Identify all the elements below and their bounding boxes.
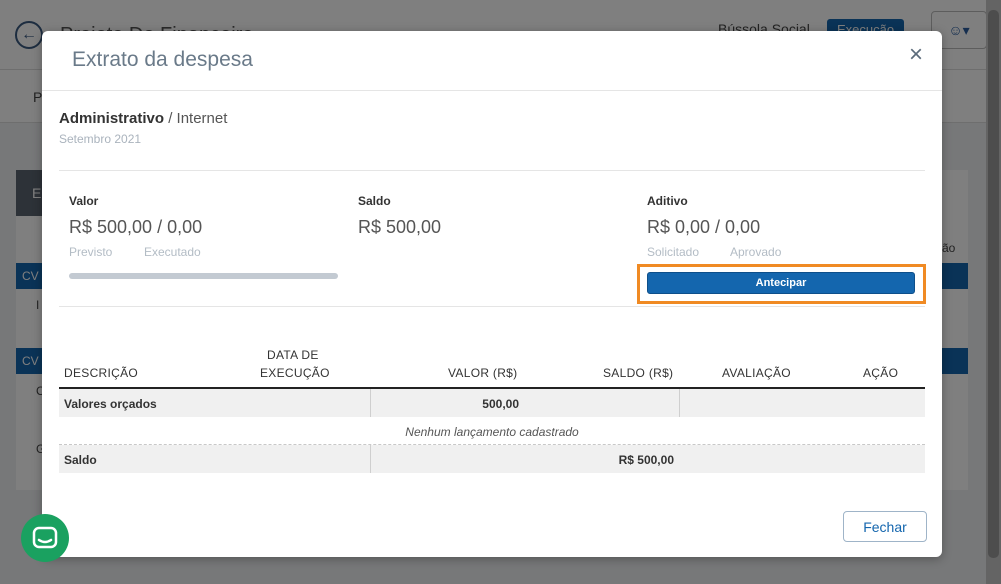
fechar-button[interactable]: Fechar — [843, 511, 927, 542]
valor-value: R$ 500,00 / 0,00 — [69, 217, 203, 237]
col-header-descricao: DESCRIÇÃO — [64, 366, 139, 380]
orcados-value: 500,00 — [482, 397, 519, 411]
subcategory-name: Internet — [176, 110, 228, 127]
orcados-label: Valores orçados — [64, 397, 157, 411]
cell-divider — [679, 389, 680, 417]
aditivo-value: R$ 0,00 / 0,00 — [647, 217, 761, 237]
table-row: Nenhum lançamento cadastrado — [59, 417, 925, 445]
table-row: Valores orçados 500,00 — [59, 389, 925, 417]
valor-label: Valor — [69, 194, 99, 208]
empty-message: Nenhum lançamento cadastrado — [405, 425, 579, 439]
col-header-acao: AÇÃO — [863, 366, 899, 380]
executado-label: Executado — [144, 245, 201, 259]
category-name: Administrativo — [59, 110, 165, 127]
chat-icon — [32, 526, 58, 549]
previsto-label: Previsto — [69, 245, 113, 259]
chat-widget-button[interactable] — [21, 514, 69, 562]
col-header-saldo: SALDO (R$) — [603, 366, 674, 380]
antecipar-button[interactable]: Antecipar — [647, 272, 915, 294]
col-header-data-line2: EXECUÇÃO — [260, 366, 330, 380]
table-row: Saldo R$ 500,00 — [59, 445, 925, 473]
solicitado-label: Solicitado — [647, 245, 700, 259]
col-header-avaliacao: AVALIAÇÃO — [722, 366, 791, 380]
modal-title: Extrato da despesa — [72, 48, 253, 71]
period-label: Setembro 2021 — [59, 132, 142, 146]
aprovado-label: Aprovado — [730, 245, 782, 259]
execution-progress-bar — [69, 273, 338, 279]
divider — [59, 170, 925, 171]
modal-header: Extrato da despesa × — [42, 31, 942, 91]
saldo-row-value: R$ 500,00 — [618, 453, 674, 467]
col-header-valor: VALOR (R$) — [448, 366, 518, 380]
saldo-label: Saldo — [358, 194, 391, 208]
saldo-row-label: Saldo — [64, 453, 97, 467]
col-header-data-line1: DATA DE — [267, 348, 319, 362]
expense-statement-modal: Extrato da despesa × Administrativo / In… — [42, 31, 942, 557]
saldo-value: R$ 500,00 — [358, 217, 442, 237]
close-icon[interactable]: × — [909, 43, 923, 67]
category-breadcrumb: Administrativo / Internet — [59, 110, 227, 127]
aditivo-label: Aditivo — [647, 194, 688, 208]
category-separator: / — [168, 110, 173, 127]
divider — [59, 306, 925, 307]
